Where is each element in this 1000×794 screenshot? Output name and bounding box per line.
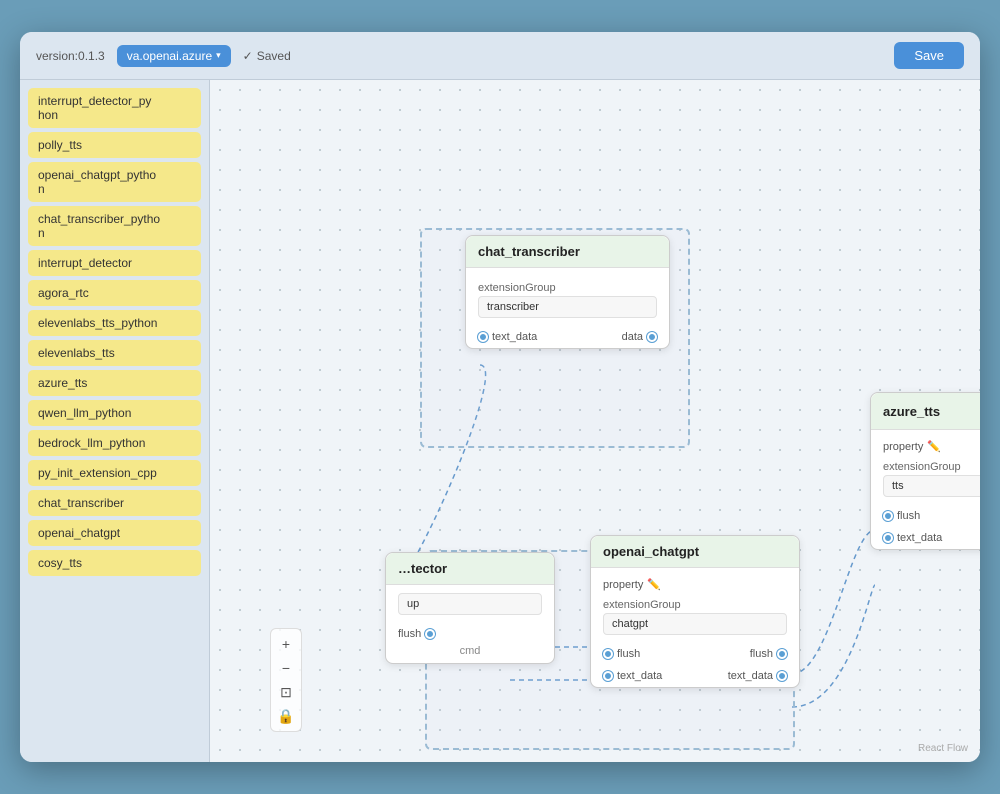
azure-tts-edit-icon[interactable]: ✏️ <box>927 440 941 453</box>
sidebar-item-openai-chatgpt-python[interactable]: openai_chatgpt_python <box>28 162 201 202</box>
port-flush-right: flush <box>398 628 435 640</box>
chevron-down-icon: ▾ <box>216 50 221 61</box>
port-flush-in-label: flush <box>617 648 640 660</box>
node-chat-transcriber-header: chat_transcriber <box>466 236 669 268</box>
node-azure-tts: azure_tts 🤚 property ✏️ extensionGroup t… <box>870 392 980 550</box>
port-text-left-chatgpt: text_data <box>603 670 662 682</box>
connection-chatgpt-to-azure-flush <box>792 530 875 674</box>
port-text-out-label: text_data <box>728 670 773 682</box>
app-window: version:0.1.3 va.openai.azure ▾ ✓ Saved … <box>20 32 980 762</box>
saved-label: Saved <box>257 49 291 63</box>
port-data-label: data <box>622 331 643 343</box>
node-azure-tts-flush-ports: flush flush <box>871 505 980 527</box>
sidebar-item-agora-rtc[interactable]: agora_rtc <box>28 280 201 306</box>
node-azure-tts-text-ports: text_data pcm_frame <box>871 527 980 549</box>
openai-chatgpt-edit-icon[interactable]: ✏️ <box>647 578 661 591</box>
sidebar-item-elevenlabs-tts-python[interactable]: elevenlabs_tts_python <box>28 310 201 336</box>
node-interrupt-detector-body: up <box>386 585 554 623</box>
sidebar-item-elevenlabs-tts[interactable]: elevenlabs_tts <box>28 340 201 366</box>
node-openai-chatgpt-flush-ports: flush flush <box>591 643 799 665</box>
port-flush-left-azure: flush <box>883 510 920 522</box>
port-dot-flush-out <box>777 649 787 659</box>
port-text-left-azure: text_data <box>883 532 942 544</box>
sidebar-item-openai-chatgpt[interactable]: openai_chatgpt <box>28 520 201 546</box>
openai-chatgpt-property-row: property ✏️ <box>603 576 787 593</box>
interrupt-detector-flush-row: flush <box>386 623 554 645</box>
port-text-data-left: text_data <box>478 331 537 343</box>
sidebar-item-interrupt-detector[interactable]: interrupt_detector <box>28 250 201 276</box>
zoom-controls: + − ⊡ 🔒 <box>270 628 302 732</box>
connection-chatgpt-to-azure-text <box>792 585 875 707</box>
sidebar-item-chat-transcriber-python[interactable]: chat_transcriber_python <box>28 206 201 246</box>
sidebar-item-bedrock-llm-python[interactable]: bedrock_llm_python <box>28 430 201 456</box>
node-chat-transcriber-ports: text_data data <box>466 326 669 348</box>
sidebar-item-polly-tts[interactable]: polly_tts <box>28 132 201 158</box>
port-dot-flush-in <box>603 649 613 659</box>
openai-chatgpt-ext-group-label: extensionGroup <box>603 599 787 611</box>
node-openai-chatgpt: openai_chatgpt property ✏️ extensionGrou… <box>590 535 800 688</box>
openai-chatgpt-ext-group-value[interactable]: chatgpt <box>603 613 787 635</box>
node-chat-transcriber: chat_transcriber extensionGroup transcri… <box>465 235 670 349</box>
env-dropdown[interactable]: va.openai.azure ▾ <box>117 45 231 67</box>
azure-tts-ext-group-value[interactable]: tts <box>883 475 980 497</box>
port-flush-out-label: flush <box>750 648 773 660</box>
openai-chatgpt-property-label: property <box>603 579 643 591</box>
port-flush-left-chatgpt: flush <box>603 648 640 660</box>
azure-tts-property-label: property <box>883 441 923 453</box>
sidebar-item-azure-tts[interactable]: azure_tts <box>28 370 201 396</box>
sidebar-item-interrupt-detector-python[interactable]: interrupt_detector_pyhon <box>28 88 201 128</box>
zoom-in-button[interactable]: + <box>275 633 297 655</box>
port-flush-in-azure-label: flush <box>897 510 920 522</box>
port-dot-text-out <box>777 671 787 681</box>
sidebar-item-qwen-llm-python[interactable]: qwen_llm_python <box>28 400 201 426</box>
chat-transcriber-ext-group-value[interactable]: transcriber <box>478 296 657 318</box>
lock-button[interactable]: 🔒 <box>275 705 297 727</box>
port-flush-label: flush <box>398 628 421 640</box>
port-dot-text-in-azure <box>883 533 893 543</box>
interrupt-detector-group-value: up <box>398 593 542 615</box>
node-openai-chatgpt-title: openai_chatgpt <box>603 544 699 559</box>
port-text-right-chatgpt: text_data <box>728 670 787 682</box>
node-openai-chatgpt-body: property ✏️ extensionGroup chatgpt <box>591 568 799 643</box>
node-interrupt-detector: …tector up flush cmd <box>385 552 555 664</box>
port-text-in-azure-label: text_data <box>897 532 942 544</box>
port-dot-data <box>647 332 657 342</box>
save-button[interactable]: Save <box>894 42 964 69</box>
canvas-area: chat_transcriber extensionGroup transcri… <box>210 80 980 762</box>
node-interrupt-detector-title: …tector <box>398 561 447 576</box>
port-flush-right-chatgpt: flush <box>750 648 787 660</box>
sidebar-item-py-init-extension-cpp[interactable]: py_init_extension_cpp <box>28 460 201 486</box>
node-azure-tts-header[interactable]: azure_tts 🤚 <box>871 393 980 430</box>
saved-status: ✓ Saved <box>243 49 291 63</box>
sidebar-item-cosy-tts[interactable]: cosy_tts <box>28 550 201 576</box>
node-openai-chatgpt-header: openai_chatgpt <box>591 536 799 568</box>
azure-tts-ext-group-label: extensionGroup <box>883 461 980 473</box>
azure-tts-property-row: property ✏️ <box>883 438 980 455</box>
env-label: va.openai.azure <box>127 49 212 63</box>
port-text-data-label: text_data <box>492 331 537 343</box>
node-chat-transcriber-title: chat_transcriber <box>478 244 580 259</box>
zoom-out-button[interactable]: − <box>275 657 297 679</box>
react-flow-label: React Flow <box>918 743 968 754</box>
port-dot-flush <box>425 629 435 639</box>
node-azure-tts-title: azure_tts <box>883 404 940 419</box>
version-label: version:0.1.3 <box>36 49 105 63</box>
port-data-right: data <box>622 331 657 343</box>
node-openai-chatgpt-text-ports: text_data text_data <box>591 665 799 687</box>
node-azure-tts-body: property ✏️ extensionGroup tts <box>871 430 980 505</box>
port-dot-text-in <box>603 671 613 681</box>
sidebar: interrupt_detector_pyhon polly_tts opena… <box>20 80 210 762</box>
fit-view-button[interactable]: ⊡ <box>275 681 297 703</box>
node-chat-transcriber-body: extensionGroup transcriber <box>466 268 669 326</box>
toolbar: version:0.1.3 va.openai.azure ▾ ✓ Saved … <box>20 32 980 80</box>
chat-transcriber-ext-group-label: extensionGroup <box>478 282 657 294</box>
port-dot-text-data <box>478 332 488 342</box>
node-interrupt-detector-header: …tector <box>386 553 554 585</box>
port-text-in-label: text_data <box>617 670 662 682</box>
main-area: interrupt_detector_pyhon polly_tts opena… <box>20 80 980 762</box>
sidebar-item-chat-transcriber[interactable]: chat_transcriber <box>28 490 201 516</box>
cmd-label: cmd <box>386 645 554 663</box>
port-dot-flush-in-azure <box>883 511 893 521</box>
check-icon: ✓ <box>243 49 253 63</box>
